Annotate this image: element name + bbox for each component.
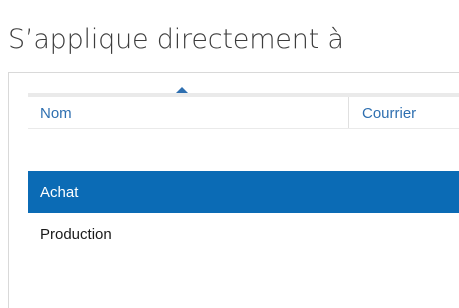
column-header-label: Courrier [362,105,417,122]
section-title: S’applique directement à [8,24,344,55]
column-header-courrier[interactable]: Courrier [348,97,459,128]
list-item-production[interactable]: Production [28,213,459,255]
list-item-name: Production [40,226,112,243]
list-item-achat[interactable]: Achat [28,171,459,213]
column-header-label: Nom [40,105,72,122]
list-item-name: Achat [40,184,79,201]
column-header-row: Nom Courrier [28,87,459,129]
applies-to-list: Nom Courrier Achat Production [8,72,459,308]
list-body: Achat Production [28,171,459,255]
column-header-nom[interactable]: Nom [28,87,347,128]
sort-ascending-icon [176,87,188,93]
